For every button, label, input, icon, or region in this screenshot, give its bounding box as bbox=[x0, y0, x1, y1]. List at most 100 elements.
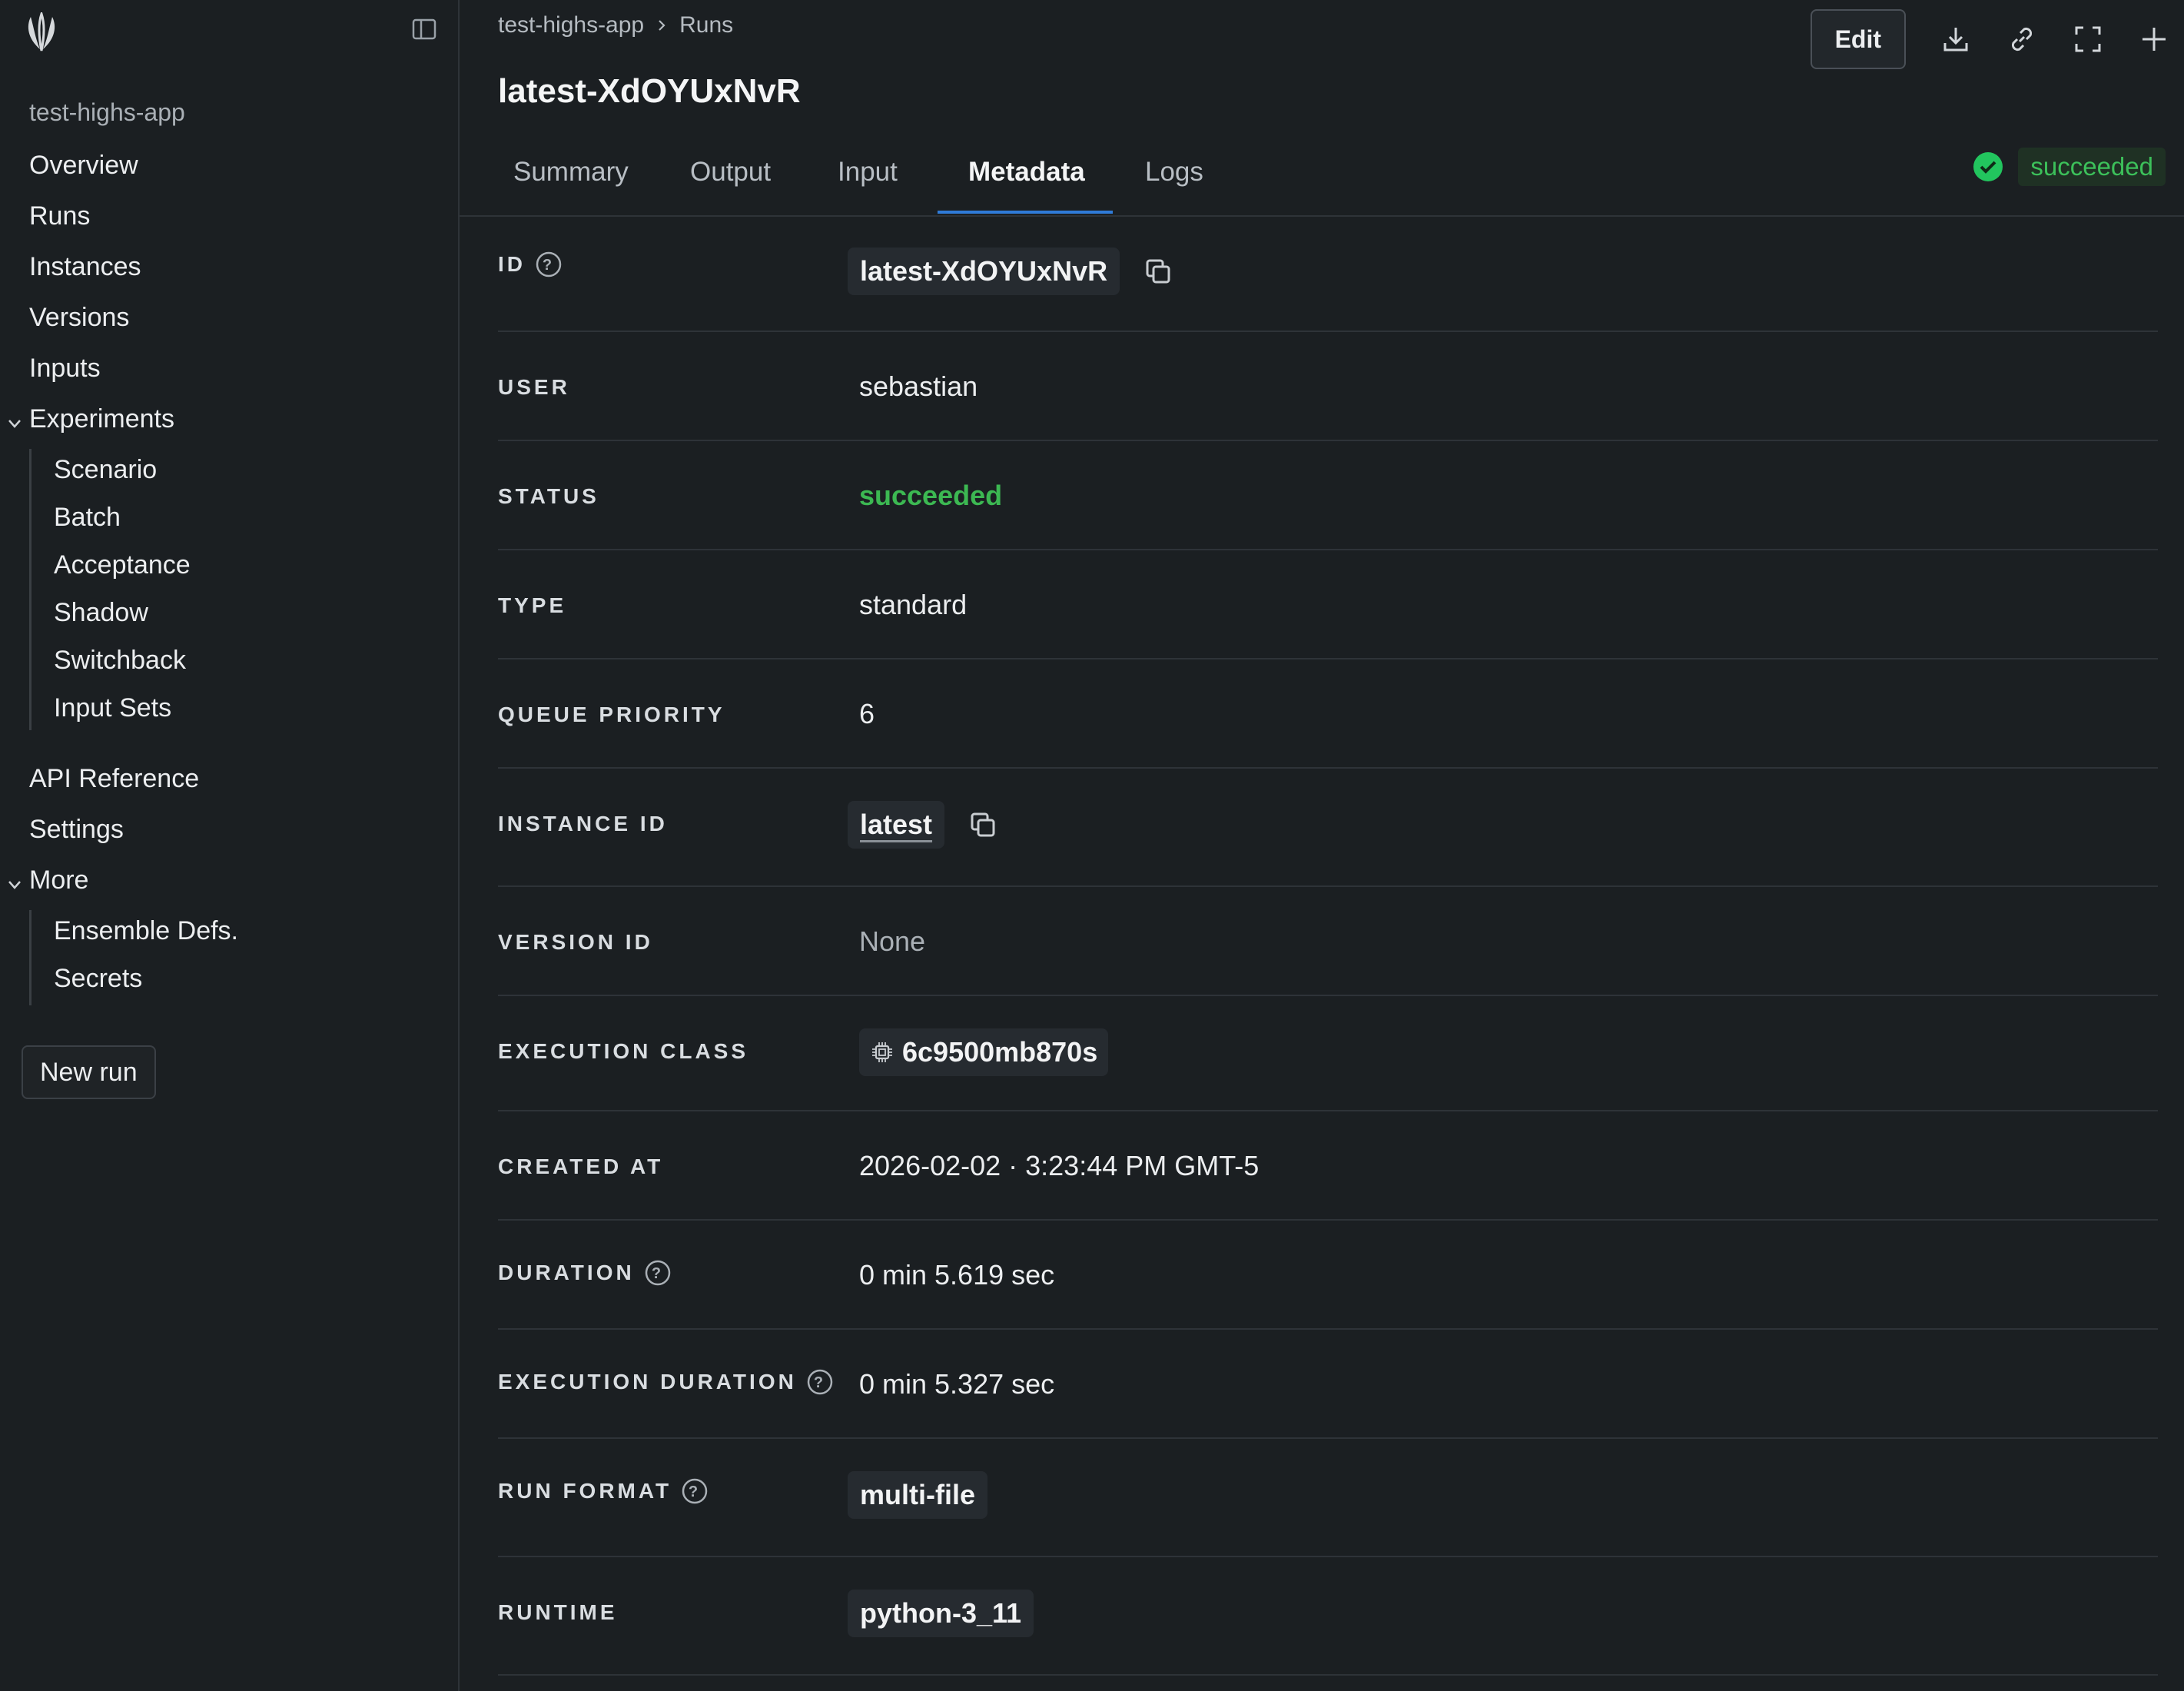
row-value-queue-priority: 6 bbox=[859, 698, 875, 729]
sidebar-item-versions[interactable]: Versions bbox=[29, 303, 129, 333]
row-label-instance-id: INSTANCE ID bbox=[498, 812, 668, 836]
download-icon[interactable] bbox=[1940, 23, 1972, 55]
tab-logs[interactable]: Logs bbox=[1145, 157, 1203, 188]
instance-id-link[interactable]: latest bbox=[848, 801, 945, 849]
status-badge: succeeded bbox=[2018, 148, 2166, 186]
metadata-row-user: USER sebastian bbox=[498, 332, 2158, 441]
sidebar-subitem-switchback[interactable]: Switchback bbox=[54, 646, 186, 676]
row-label-runtime: RUNTIME bbox=[498, 1600, 618, 1624]
sidebar-subitem-secrets[interactable]: Secrets bbox=[54, 964, 142, 994]
app-logo-icon[interactable] bbox=[25, 12, 58, 54]
metadata-row-runtime: RUNTIME python-3_11 bbox=[498, 1557, 2158, 1676]
sidebar-item-overview[interactable]: Overview bbox=[29, 151, 138, 181]
sidebar-subitem-input-sets[interactable]: Input Sets bbox=[54, 693, 171, 723]
metadata-row-created-at: CREATED AT 2026-02-02 · 3:23:44 PM GMT-5 bbox=[498, 1111, 2158, 1221]
run-id-chip: latest-XdOYUxNvR bbox=[848, 248, 1120, 295]
check-circle-icon bbox=[1973, 152, 2003, 181]
tab-input[interactable]: Input bbox=[838, 157, 898, 188]
link-icon[interactable] bbox=[2006, 23, 2038, 55]
row-label-created-at: CREATED AT bbox=[498, 1154, 664, 1178]
sidebar-subitem-scenario[interactable]: Scenario bbox=[54, 455, 157, 485]
row-value-execution-class: 6c9500mb870s bbox=[859, 1028, 1109, 1076]
help-icon[interactable]: ? bbox=[644, 1259, 672, 1287]
row-value-instance-id: latest bbox=[848, 801, 998, 849]
run-format-chip: multi-file bbox=[848, 1471, 987, 1519]
metadata-panel: ID ? latest-XdOYUxNvR USER sebastian STA… bbox=[498, 215, 2158, 1676]
row-label-execution-class: EXECUTION CLASS bbox=[498, 1039, 749, 1063]
row-label-user: USER bbox=[498, 375, 570, 399]
edit-button[interactable]: Edit bbox=[1810, 9, 1906, 69]
row-value-id: latest-XdOYUxNvR bbox=[848, 248, 1173, 295]
sidebar-item-experiments[interactable]: Experiments bbox=[29, 404, 174, 434]
tab-bar: Summary Output Input Metadata Logs succe… bbox=[460, 135, 2184, 217]
copy-icon[interactable] bbox=[968, 809, 998, 840]
toolbar: Edit bbox=[1810, 9, 2170, 69]
app-window: test-highs-app Overview Runs Instances V… bbox=[0, 0, 2184, 1691]
sidebar-subitem-ensemble-defs[interactable]: Ensemble Defs. bbox=[54, 916, 238, 946]
plus-icon[interactable] bbox=[2138, 23, 2170, 55]
sidebar: test-highs-app Overview Runs Instances V… bbox=[0, 0, 460, 1691]
sidebar-item-runs[interactable]: Runs bbox=[29, 201, 90, 231]
sidebar-subitem-batch[interactable]: Batch bbox=[54, 503, 121, 533]
svg-text:?: ? bbox=[814, 1374, 826, 1391]
metadata-row-duration: DURATION ? 0 min 5.619 sec bbox=[498, 1221, 2158, 1330]
svg-text:?: ? bbox=[652, 1265, 664, 1282]
row-value-type: standard bbox=[859, 589, 968, 620]
row-value-duration: 0 min 5.619 sec bbox=[859, 1259, 1055, 1291]
tab-metadata[interactable]: Metadata bbox=[968, 157, 1085, 188]
run-status: succeeded bbox=[1972, 148, 2166, 186]
row-label-type: TYPE bbox=[498, 593, 567, 617]
help-icon[interactable]: ? bbox=[535, 251, 563, 278]
svg-text:?: ? bbox=[689, 1483, 701, 1500]
svg-text:?: ? bbox=[543, 257, 555, 274]
row-label-id: ID ? bbox=[498, 251, 563, 278]
row-label-duration: DURATION ? bbox=[498, 1259, 672, 1287]
row-value-runtime: python-3_11 bbox=[848, 1590, 1034, 1637]
row-value-created-at: 2026-02-02 · 3:23:44 PM GMT-5 bbox=[859, 1150, 1260, 1181]
sidebar-app-name[interactable]: test-highs-app bbox=[29, 98, 185, 127]
page-title: latest-XdOYUxNvR bbox=[498, 72, 801, 110]
row-value-status: succeeded bbox=[859, 480, 1003, 511]
metadata-row-execution-duration: EXECUTION DURATION ? 0 min 5.327 sec bbox=[498, 1330, 2158, 1439]
help-icon[interactable]: ? bbox=[681, 1477, 709, 1505]
execution-class-chip: 6c9500mb870s bbox=[859, 1028, 1109, 1076]
breadcrumb: test-highs-app Runs bbox=[498, 12, 733, 38]
metadata-row-instance-id: INSTANCE ID latest bbox=[498, 769, 2158, 887]
tab-output[interactable]: Output bbox=[690, 157, 771, 188]
label-text: EXECUTION DURATION bbox=[498, 1370, 797, 1394]
breadcrumb-app[interactable]: test-highs-app bbox=[498, 12, 644, 38]
sidebar-subitem-acceptance[interactable]: Acceptance bbox=[54, 550, 191, 580]
label-text: DURATION bbox=[498, 1261, 635, 1284]
cpu-icon bbox=[872, 1042, 892, 1062]
metadata-row-execution-class: EXECUTION CLASS 6c9500mb870s bbox=[498, 996, 2158, 1111]
sidebar-item-settings[interactable]: Settings bbox=[29, 815, 124, 845]
sidebar-item-api-reference[interactable]: API Reference bbox=[29, 764, 199, 794]
row-value-user: sebastian bbox=[859, 370, 978, 402]
row-label-queue-priority: QUEUE PRIORITY bbox=[498, 703, 725, 726]
sidebar-subitem-shadow[interactable]: Shadow bbox=[54, 598, 148, 628]
metadata-row-status: STATUS succeeded bbox=[498, 441, 2158, 550]
metadata-row-run-format: RUN FORMAT ? multi-file bbox=[498, 1439, 2158, 1557]
row-label-status: STATUS bbox=[498, 484, 599, 508]
row-value-run-format: multi-file bbox=[848, 1471, 987, 1519]
breadcrumb-runs[interactable]: Runs bbox=[679, 12, 733, 38]
tab-summary[interactable]: Summary bbox=[513, 157, 629, 188]
experiments-subnav-line bbox=[29, 449, 32, 730]
more-subnav-line bbox=[29, 910, 32, 1005]
metadata-row-version-id: VERSION ID None bbox=[498, 887, 2158, 996]
fullscreen-icon[interactable] bbox=[2072, 23, 2104, 55]
chevron-down-icon[interactable] bbox=[6, 876, 23, 893]
metadata-row-queue-priority: QUEUE PRIORITY 6 bbox=[498, 659, 2158, 769]
row-value-version-id: None bbox=[859, 925, 926, 957]
sidebar-item-inputs[interactable]: Inputs bbox=[29, 354, 101, 384]
row-label-execution-duration: EXECUTION DURATION ? bbox=[498, 1368, 834, 1396]
sidebar-item-instances[interactable]: Instances bbox=[29, 252, 141, 282]
new-run-button[interactable]: New run bbox=[22, 1045, 156, 1099]
main-content: test-highs-app Runs latest-XdOYUxNvR Edi… bbox=[460, 0, 2184, 1691]
sidebar-item-more[interactable]: More bbox=[29, 865, 88, 895]
sidebar-toggle-icon[interactable] bbox=[410, 15, 438, 43]
row-value-execution-duration: 0 min 5.327 sec bbox=[859, 1368, 1055, 1400]
help-icon[interactable]: ? bbox=[806, 1368, 834, 1396]
copy-icon[interactable] bbox=[1143, 256, 1173, 287]
chevron-down-icon[interactable] bbox=[6, 415, 23, 432]
